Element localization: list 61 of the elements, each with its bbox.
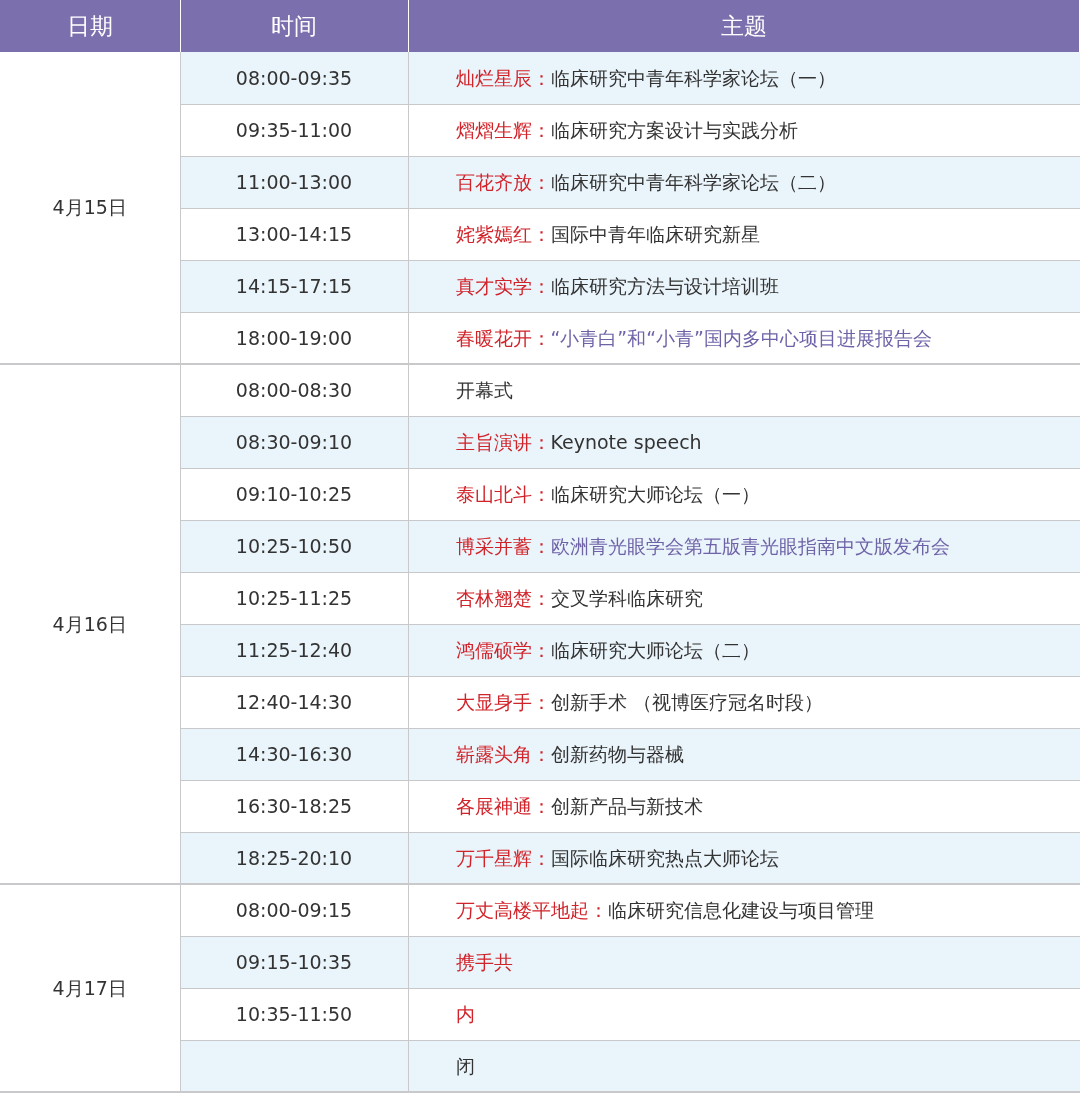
session-topic: 临床研究中青年科学家论坛（二） bbox=[550, 170, 836, 193]
session-topic: 临床研究信息化建设与项目管理 bbox=[607, 899, 874, 921]
session-topic: 国际中青年临床研究新星 bbox=[550, 222, 760, 245]
session-topic: 交叉学科临床研究 bbox=[550, 586, 703, 609]
time-cell: 18:25-20:10 bbox=[180, 832, 408, 884]
session-title: 熠熠生辉： bbox=[455, 118, 551, 141]
date-cell: 4月16日 bbox=[0, 364, 180, 884]
time-cell: 08:00-09:15 bbox=[180, 884, 408, 936]
session-title: 春暖花开： bbox=[455, 326, 551, 349]
time-cell: 18:00-19:00 bbox=[180, 312, 408, 364]
session-topic: Keynote speech bbox=[550, 430, 702, 453]
session-topic: 临床研究大师论坛（一） bbox=[550, 482, 760, 505]
session-topic: 开幕式 bbox=[455, 379, 513, 401]
time-cell: 10:25-11:25 bbox=[180, 572, 408, 624]
session-topic: 欧洲青光眼学会第五版青光眼指南中文版发布会 bbox=[550, 534, 950, 557]
session-topic: 闭 bbox=[455, 1054, 475, 1077]
time-cell: 11:25-12:40 bbox=[180, 624, 408, 676]
time-cell: 16:30-18:25 bbox=[180, 780, 408, 832]
time-cell: 12:40-14:30 bbox=[180, 676, 408, 728]
time-cell: 10:35-11:50 bbox=[180, 988, 408, 1040]
session-topic: 临床研究方案设计与实践分析 bbox=[550, 118, 798, 141]
session-title: 杏林翘楚： bbox=[455, 586, 551, 609]
session-title: 姹紫嫣红： bbox=[455, 222, 551, 245]
session-title: 万丈高楼平地起： bbox=[455, 899, 608, 921]
time-cell: 11:00-13:00 bbox=[180, 156, 408, 208]
session-title: 各展神通： bbox=[455, 794, 551, 817]
time-cell: 08:00-09:35 bbox=[180, 52, 408, 104]
session-title: 鸿儒硕学： bbox=[455, 638, 551, 661]
time-cell: 09:35-11:00 bbox=[180, 104, 408, 156]
session-topic: 创新手术 （视博医疗冠名时段） bbox=[550, 690, 823, 713]
session-title: 主旨演讲： bbox=[455, 430, 551, 453]
session-topic: 临床研究方法与设计培训班 bbox=[550, 274, 779, 297]
session-title: 内 bbox=[455, 1002, 475, 1025]
session-title: 灿烂星辰： bbox=[455, 66, 551, 89]
column-header: 主题 bbox=[720, 12, 767, 39]
session-title: 泰山北斗： bbox=[455, 482, 551, 505]
session-topic: 临床研究大师论坛（二） bbox=[550, 638, 760, 661]
column-header: 时间 bbox=[271, 12, 317, 39]
session-title: 博采并蓄： bbox=[455, 534, 551, 557]
time-cell: 08:30-09:10 bbox=[180, 416, 408, 468]
session-topic: 创新药物与器械 bbox=[550, 742, 684, 765]
date-cell: 4月15日 bbox=[0, 52, 180, 364]
session-topic: 国际临床研究热点大师论坛 bbox=[550, 846, 779, 869]
column-header: 日期 bbox=[66, 12, 113, 39]
time-cell: 13:00-14:15 bbox=[180, 208, 408, 260]
session-topic: 临床研究中青年科学家论坛（一） bbox=[550, 66, 836, 89]
session-topic: 创新产品与新技术 bbox=[550, 794, 703, 817]
session-title: 百花齐放： bbox=[455, 170, 551, 193]
date-cell: 4月17日 bbox=[0, 884, 180, 1092]
time-cell: 09:15-10:35 bbox=[180, 936, 408, 988]
time-cell: 08:00-08:30 bbox=[180, 364, 408, 416]
time-cell: 09:10-10:25 bbox=[180, 468, 408, 520]
session-title: 携手共 bbox=[455, 950, 513, 973]
session-topic: “小青白”和“小青”国内多中心项目进展报告会 bbox=[550, 326, 932, 349]
session-title: 万千星辉： bbox=[455, 846, 551, 869]
time-cell: 14:15-17:15 bbox=[180, 260, 408, 312]
time-cell: 14:30-16:30 bbox=[180, 728, 408, 780]
session-title: 真才实学： bbox=[455, 274, 551, 297]
session-title: 崭露头角： bbox=[455, 742, 551, 765]
session-title: 大显身手： bbox=[455, 690, 551, 713]
time-cell: 10:25-10:50 bbox=[180, 520, 408, 572]
